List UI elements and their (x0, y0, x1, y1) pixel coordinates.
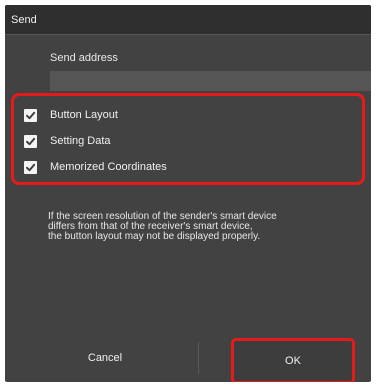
option-label: Setting Data (50, 135, 111, 147)
checkbox-setting-data[interactable] (24, 134, 37, 148)
options-highlight-box: Button Layout Setting Data Memorized Coo… (11, 93, 365, 185)
option-label: Memorized Coordinates (50, 161, 167, 173)
option-memorized-coordinates[interactable]: Memorized Coordinates (24, 158, 167, 176)
ok-highlight-box: OK (231, 338, 355, 382)
resolution-notice: If the screen resolution of the sender's… (48, 212, 348, 242)
ok-button[interactable]: OK (234, 341, 352, 381)
checkbox-button-layout[interactable] (24, 108, 37, 122)
checkmark-icon (26, 163, 36, 171)
option-setting-data[interactable]: Setting Data (24, 132, 111, 150)
checkbox-memorized-coordinates[interactable] (24, 160, 37, 174)
send-address-label: Send address (50, 52, 118, 64)
dialog-title: Send (11, 14, 37, 26)
cancel-button[interactable]: Cancel (45, 347, 165, 369)
dialog-title-bar: Send (5, 5, 371, 35)
option-label: Button Layout (50, 109, 118, 121)
notice-line: the button layout may not be displayed p… (48, 231, 261, 242)
checkmark-icon (26, 137, 36, 145)
footer-divider (198, 342, 199, 374)
option-button-layout[interactable]: Button Layout (24, 106, 118, 124)
send-address-input[interactable] (50, 71, 371, 91)
send-dialog: Send Send address Button Layout Setting … (5, 5, 371, 382)
checkmark-icon (26, 111, 36, 119)
